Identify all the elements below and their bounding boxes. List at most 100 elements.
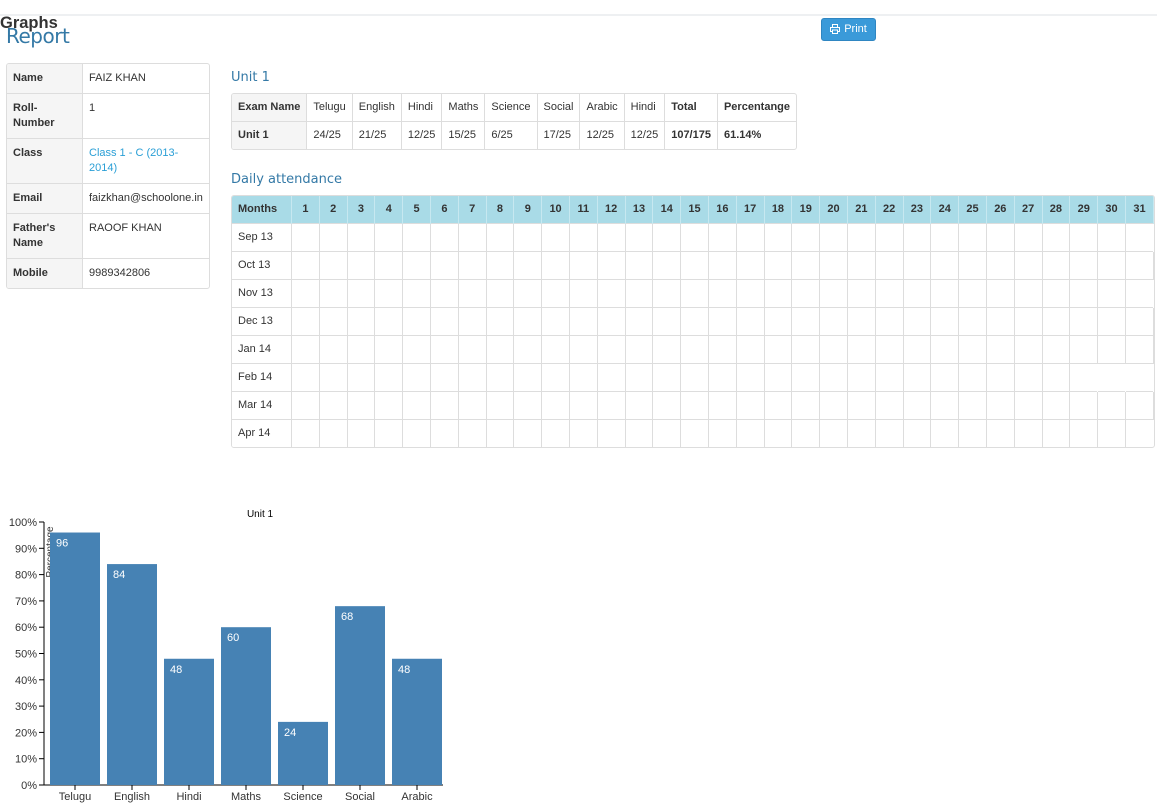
- attendance-cell: [708, 278, 737, 308]
- attendance-cell: [1014, 222, 1043, 252]
- attendance-cell: [1097, 306, 1126, 336]
- attendance-cell: [847, 306, 876, 336]
- profile-key: Class: [7, 138, 83, 184]
- attendance-row: Apr 14: [232, 418, 1154, 447]
- month-label: Sep 13: [232, 222, 292, 252]
- bar: [335, 605, 385, 785]
- day-header: 3: [347, 195, 376, 224]
- attendance-cell: [791, 250, 821, 280]
- attendance-cell: [430, 362, 459, 392]
- day-header: 19: [791, 195, 821, 224]
- day-header: 26: [986, 195, 1015, 224]
- profile-row: Name FAIZ KHAN: [7, 63, 209, 94]
- attendance-cell: [764, 334, 793, 364]
- attendance-cell: [736, 250, 765, 280]
- attendance-cell: [319, 250, 348, 280]
- attendance-cell: [791, 334, 821, 364]
- attendance-cell: [458, 390, 487, 420]
- attendance-cell: [903, 390, 932, 420]
- graphs-title: Graphs: [0, 13, 58, 32]
- attendance-cell: [319, 418, 348, 447]
- attendance-cell: [736, 222, 765, 252]
- attendance-cell: [958, 278, 987, 308]
- profile-key: Email: [7, 183, 83, 214]
- attendance-cell: [736, 334, 765, 364]
- attendance-cell: [597, 362, 626, 392]
- print-button[interactable]: Print: [821, 17, 876, 41]
- marks-cell: 24/25: [306, 121, 353, 149]
- marks-header: Science: [484, 93, 538, 122]
- day-header: 20: [819, 195, 848, 224]
- marks-cell: 107/175: [664, 121, 718, 149]
- attendance-cell: [569, 278, 598, 308]
- attendance-row: Dec 13: [232, 306, 1154, 336]
- marks-cell: Unit 1: [232, 121, 308, 149]
- class-link[interactable]: Class 1 - C (2013-2014): [89, 147, 178, 174]
- attendance-cell: [1125, 306, 1154, 336]
- attendance-cell: [319, 306, 348, 336]
- marks-header: Maths: [441, 93, 486, 122]
- attendance-cell: [1069, 250, 1099, 280]
- attendance-cell: [402, 278, 431, 308]
- attendance-cell: [1042, 278, 1071, 308]
- attendance-cell: [1042, 222, 1071, 252]
- attendance-cell: [847, 334, 876, 364]
- attendance-cell: [402, 334, 431, 364]
- attendance-cell: [958, 222, 987, 252]
- bar-value-label: 24: [284, 727, 296, 739]
- y-tick-label: 90%: [15, 543, 37, 555]
- attendance-cell: [374, 418, 404, 447]
- bar: [221, 626, 271, 785]
- attendance-cell: [1125, 334, 1154, 364]
- attendance-cell: [597, 278, 626, 308]
- attendance-cell: [347, 306, 376, 336]
- attendance-cell: [903, 222, 932, 252]
- attendance-cell: [1069, 306, 1099, 336]
- attendance-cell: [513, 418, 543, 447]
- attendance-cell: [652, 390, 682, 420]
- attendance-cell: [291, 390, 320, 420]
- attendance-cell: [625, 222, 654, 252]
- attendance-cell: [402, 222, 431, 252]
- attendance-cell: [486, 250, 515, 280]
- attendance-cell: [958, 362, 987, 392]
- attendance-cell: [402, 306, 431, 336]
- profile-row: Mobile 9989342806: [7, 258, 209, 288]
- attendance-cell: [486, 306, 515, 336]
- attendance-cell: [569, 418, 598, 447]
- marks-header: Total: [664, 93, 718, 122]
- attendance-cell: [958, 306, 987, 336]
- student-profile-table: Name FAIZ KHAN Roll-Number 1 Class Class 1 - …: [6, 62, 210, 289]
- marks-cell: 12/25: [579, 121, 625, 149]
- attendance-cell: [819, 390, 848, 420]
- attendance-row: Nov 13: [232, 278, 1154, 308]
- attendance-cell: [930, 306, 960, 336]
- attendance-cell: [319, 362, 348, 392]
- day-header: 16: [708, 195, 737, 224]
- attendance-cell: [1069, 278, 1099, 308]
- attendance-cell: [291, 306, 320, 336]
- attendance-cell: [819, 362, 848, 392]
- attendance-cell: [652, 362, 682, 392]
- attendance-cell: [625, 334, 654, 364]
- profile-row: Roll-Number 1: [7, 93, 209, 139]
- attendance-cell: [513, 334, 543, 364]
- attendance-cell: [1042, 362, 1071, 392]
- unit-title: Unit 1: [231, 69, 270, 85]
- attendance-cell: [541, 418, 570, 447]
- y-tick-label: 50%: [15, 648, 37, 660]
- attendance-cell: [708, 222, 737, 252]
- attendance-cell: [652, 334, 682, 364]
- attendance-cell: [958, 334, 987, 364]
- attendance-cell: [680, 334, 709, 364]
- attendance-cell: [791, 278, 821, 308]
- attendance-cell: [513, 306, 543, 336]
- marks-header: Social: [537, 93, 581, 122]
- attendance-cell: [569, 250, 598, 280]
- profile-row: Father's Name RAOOF KHAN: [7, 213, 209, 259]
- attendance-cell: [736, 362, 765, 392]
- marks-header: Percentange: [717, 93, 796, 122]
- month-label: Apr 14: [232, 418, 292, 447]
- bar: [50, 532, 100, 785]
- attendance-cell: [791, 362, 821, 392]
